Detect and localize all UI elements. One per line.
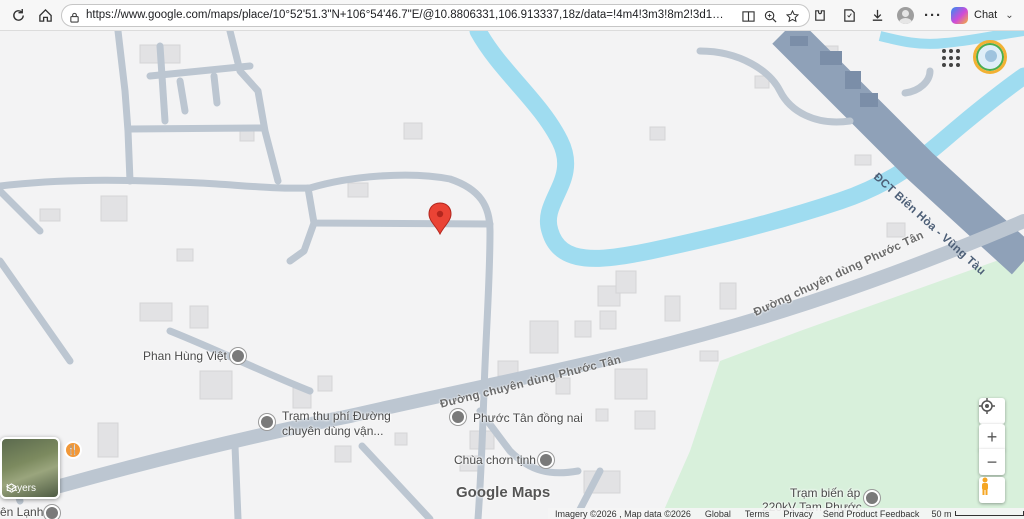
toll-marker-icon[interactable] [259, 414, 275, 430]
split-screen-icon[interactable] [737, 5, 759, 27]
place-label-chua-chon-tinh[interactable]: Chùa chơn tịnh [454, 453, 536, 467]
school-marker-icon[interactable] [450, 409, 466, 425]
river-branch [878, 31, 1024, 49]
google-maps-watermark: Google Maps [456, 484, 551, 501]
chat-button[interactable]: Chat ⌄ [951, 4, 1014, 26]
feedback-link[interactable]: Send Product Feedback [823, 509, 920, 519]
terms-link[interactable]: Terms [745, 509, 770, 519]
layers-button[interactable]: Layers [0, 437, 60, 499]
temple-marker-icon[interactable] [538, 452, 554, 468]
copilot-icon [951, 6, 968, 24]
global-link[interactable]: Global [705, 509, 731, 519]
site-info-icon[interactable] [69, 10, 80, 28]
edge-marker-icon[interactable] [44, 505, 60, 519]
zoom-in-button[interactable]: + [979, 424, 1005, 450]
privacy-link[interactable]: Privacy [783, 509, 813, 519]
my-location-button[interactable] [979, 398, 1005, 424]
location-pin[interactable] [428, 202, 452, 236]
layers-icon [6, 483, 17, 493]
place-label-tram-bien-ap-1[interactable]: Trạm biến áp [790, 486, 860, 500]
apps-grid-icon[interactable] [939, 46, 961, 68]
imagery-credit: Imagery ©2026 , Map data ©2026 [555, 508, 691, 519]
place-label-phan-hung-viet[interactable]: Phan Hùng Việt [143, 349, 227, 363]
address-bar[interactable]: https://www.google.com/maps/place/10°52'… [61, 4, 810, 27]
zoom-out-button[interactable]: − [979, 449, 1005, 475]
scale-bar [955, 511, 1024, 516]
extensions-icon[interactable] [808, 4, 830, 26]
chevron-down-icon: ⌄ [1005, 9, 1014, 21]
profile-icon[interactable] [894, 4, 916, 26]
zoom-icon[interactable] [759, 5, 781, 27]
restaurant-icon[interactable]: 🍴 [64, 441, 82, 459]
favorite-icon[interactable] [781, 5, 803, 27]
place-label-toll-line2[interactable]: chuyên dùng vận... [282, 424, 383, 438]
crosshair-icon [979, 398, 995, 414]
map-graphics [0, 31, 1024, 519]
place-label-phuoc-tan-dong-nai[interactable]: Phước Tân đồng nai [473, 411, 583, 425]
place-label-edge[interactable]: ên Lạnh [0, 505, 43, 519]
street-view-pegman[interactable] [979, 477, 1005, 503]
place-label-toll-line1[interactable]: Trạm thu phí Đường [282, 409, 391, 423]
browser-toolbar: https://www.google.com/maps/place/10°52'… [0, 0, 1024, 31]
url-text[interactable]: https://www.google.com/maps/place/10°52'… [86, 9, 726, 21]
map-footer: Imagery ©2026 , Map data ©2026 Global Te… [548, 508, 1024, 519]
scale-label[interactable]: 50 m [931, 509, 951, 519]
substation-marker-icon[interactable] [864, 490, 880, 506]
home-icon[interactable] [34, 4, 56, 26]
chat-label: Chat [974, 9, 998, 21]
downloads-icon[interactable] [866, 4, 888, 26]
account-avatar[interactable] [973, 40, 1007, 74]
refresh-icon[interactable] [7, 4, 29, 26]
collections-icon[interactable] [838, 4, 860, 26]
pegman-icon [982, 477, 988, 495]
more-icon[interactable]: ··· [922, 4, 944, 26]
place-marker-icon[interactable] [230, 348, 246, 364]
map-canvas[interactable]: ĐCT Biên Hòa - Vũng Tàu Đường chuyên dùn… [0, 31, 1024, 519]
